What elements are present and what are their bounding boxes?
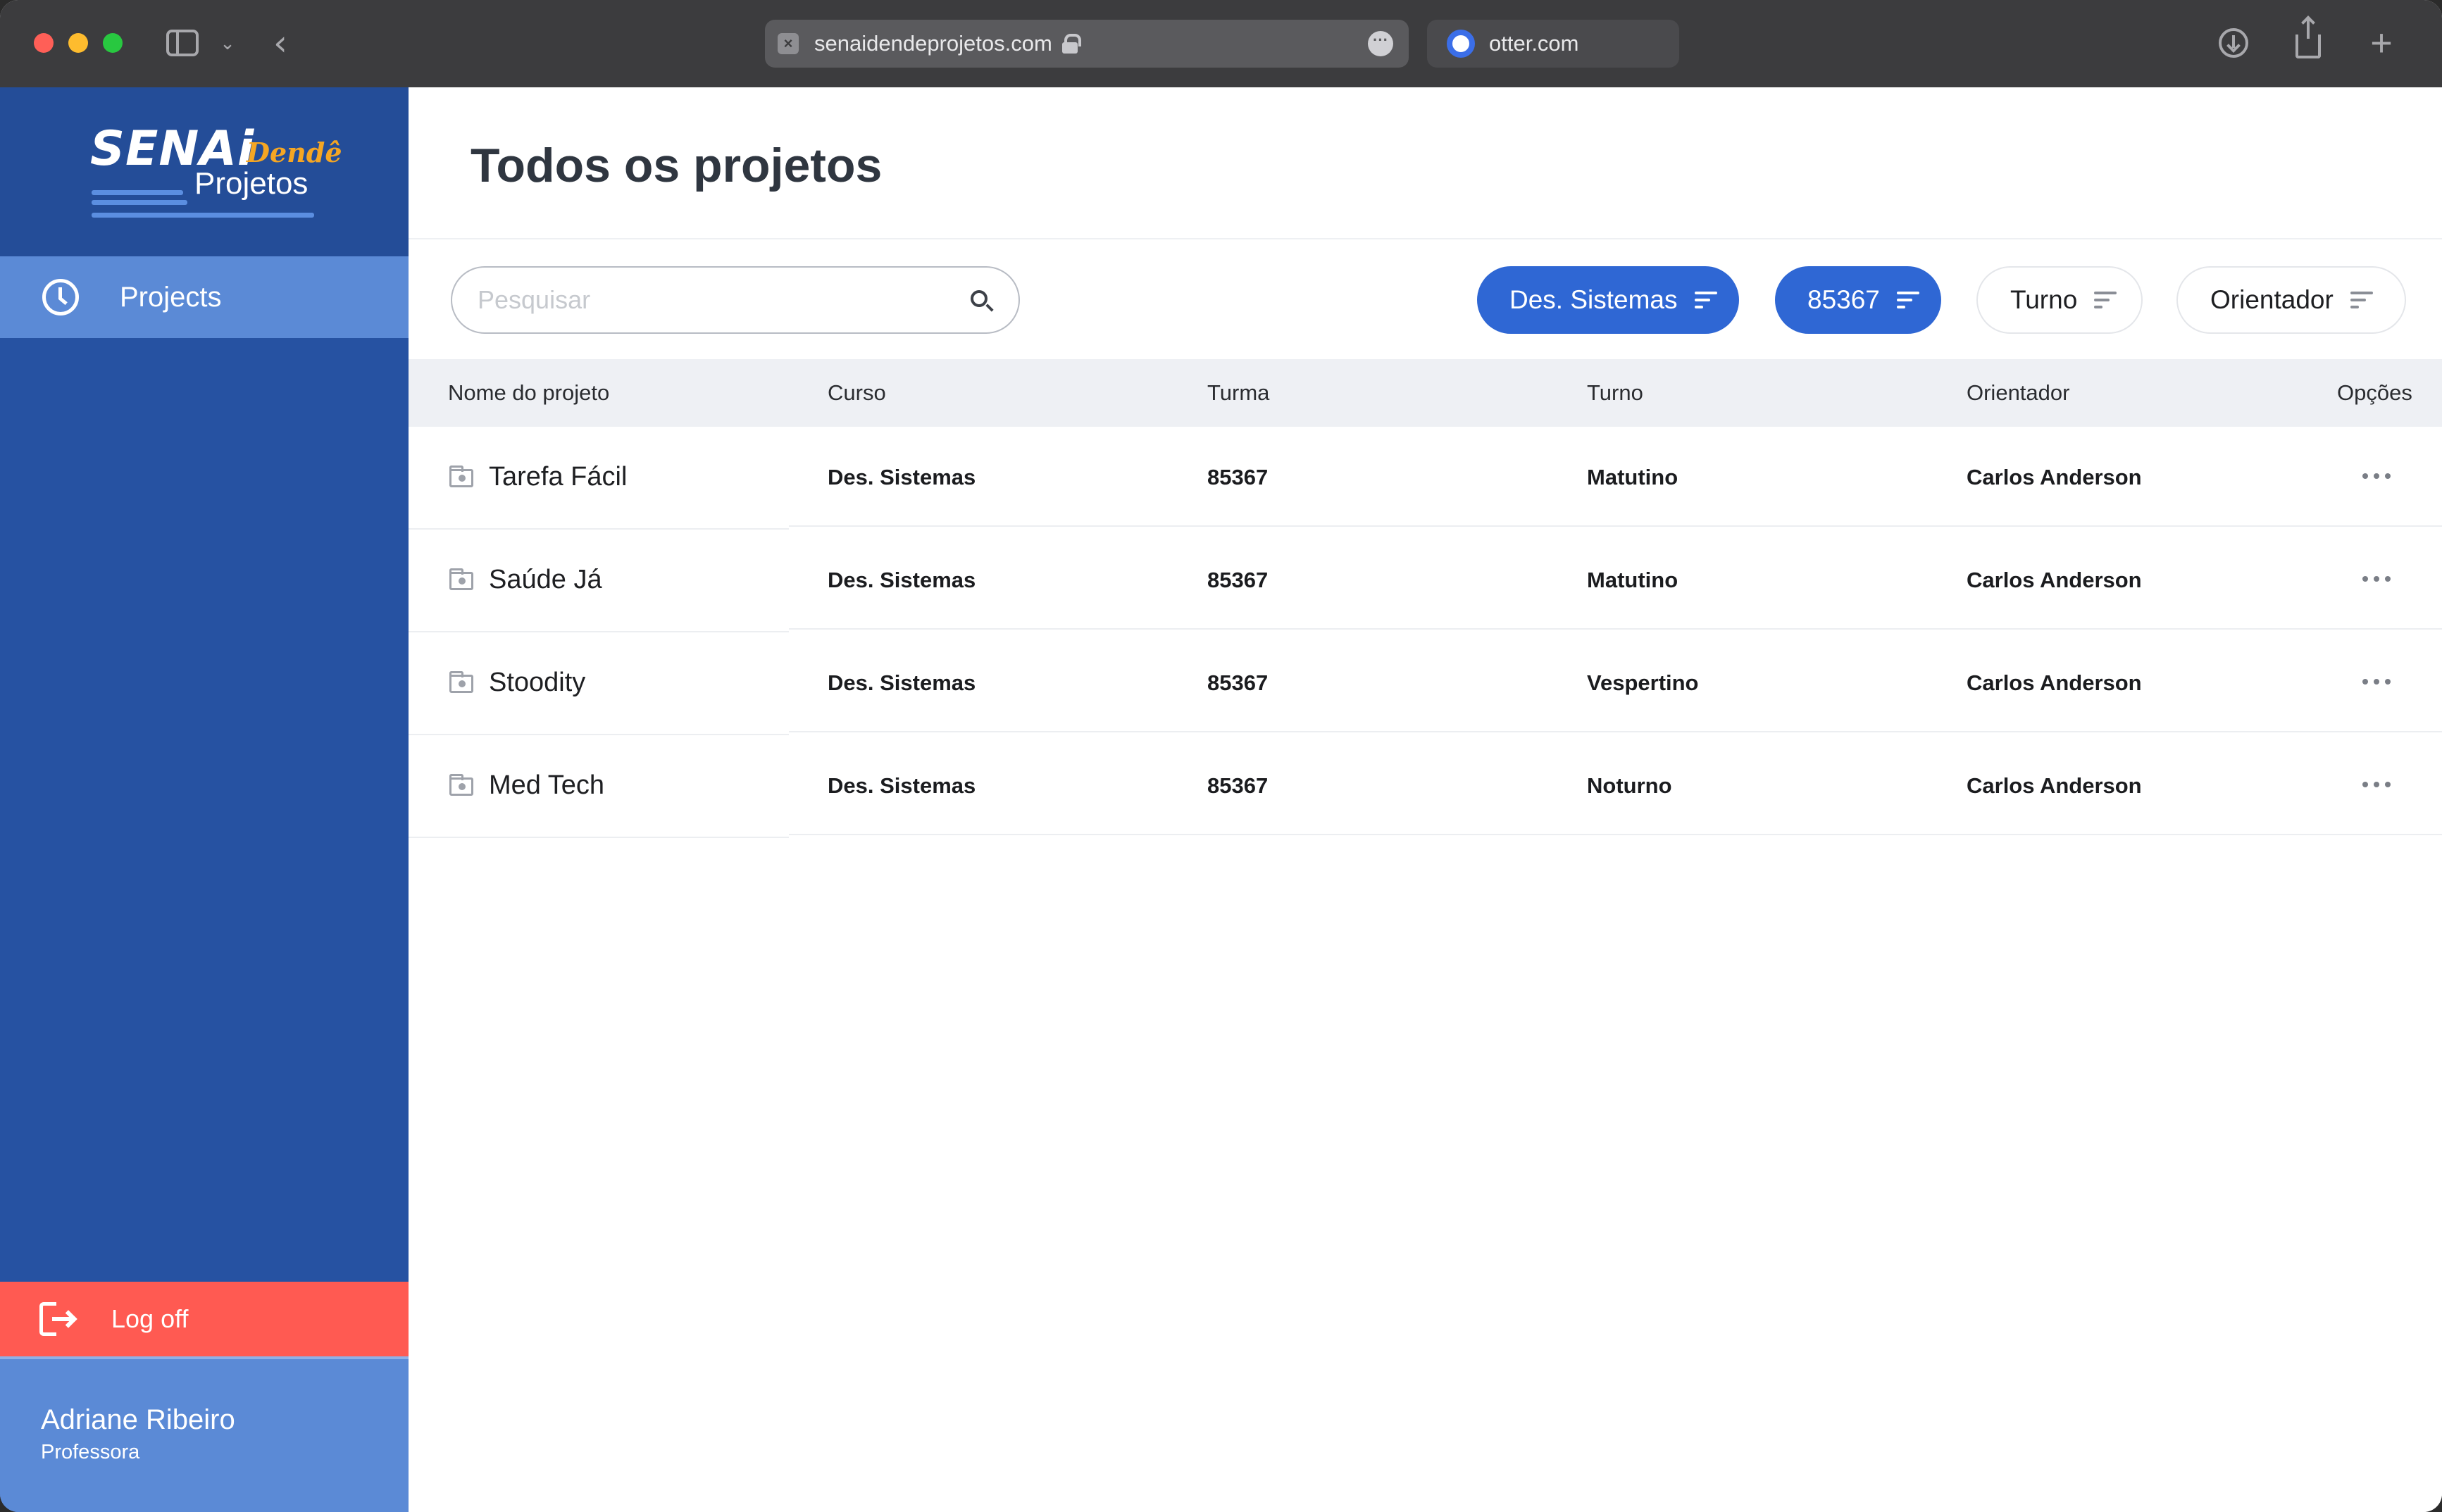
tab-active[interactable]: × senaidendeprojetos.com ··· [765,20,1409,68]
filter-label: Turno [2010,285,2078,314]
filter-lines-icon [1896,292,1919,308]
search-icon[interactable] [971,290,988,307]
main-content: Todos os projetos Des. Sistemas 85367 Tu… [409,87,2442,1512]
folder-icon [449,774,473,796]
browser-toolbar: ⌄ ‹ × senaidendeprojetos.com ··· otter.c… [0,0,2442,87]
column-header[interactable]: Nome do projeto [448,380,609,406]
more-options-icon[interactable]: ··· [1368,31,1393,56]
logo-dende-text: Dendê [247,137,342,168]
cell-turma: 85367 [1207,670,1269,695]
cell-turno: Matutino [1587,568,1678,592]
clock-icon [42,279,79,315]
cell-curso: Des. Sistemas [828,568,976,592]
cell-turno: Vespertino [1587,670,1699,695]
share-icon[interactable] [2292,18,2324,62]
filter-label: 85367 [1807,285,1880,314]
logoff-button[interactable]: Log off [0,1282,409,1356]
maximize-window-button[interactable] [103,33,123,53]
folder-icon [449,466,473,487]
column-header[interactable]: Curso [828,380,886,406]
cell-orientador: Carlos Anderson [1967,670,2142,695]
logo-stripe [92,190,183,195]
user-profile: Adriane Ribeiro Professora [0,1356,409,1512]
brand-logo[interactable]: SENAi Dendê Projetos [0,87,409,256]
filter-label: Orientador [2210,285,2334,314]
cell-curso: Des. Sistemas [828,773,976,798]
column-header: Opções [2337,380,2412,405]
table-header: Nome do projeto Curso Turma Turno Orient… [409,359,2442,427]
logo-stripe [92,213,314,218]
column-header[interactable]: Turno [1587,380,1643,406]
column-header[interactable]: Orientador [1967,380,2069,406]
cell-turma: 85367 [1207,568,1269,592]
table-row[interactable]: Tarefa Fácil Des. Sistemas 85367 Matutin… [409,427,2442,530]
lock-icon [1061,34,1081,54]
chevron-down-icon[interactable]: ⌄ [217,24,238,62]
minimize-window-button[interactable] [68,33,88,53]
filter-lines-icon [2350,292,2373,308]
more-options-icon[interactable] [2362,777,2391,792]
sidebar: SENAi Dendê Projetos Projects Log off Ad… [0,87,409,1512]
project-name[interactable]: Tarefa Fácil [489,462,627,492]
divider [409,238,2442,239]
logoff-label: Log off [111,1304,189,1333]
user-name: Adriane Ribeiro [41,1404,235,1435]
sidebar-item-label: Projects [120,281,222,313]
cell-turma: 85367 [1207,465,1269,489]
filter-orientador-button[interactable]: Orientador [2176,266,2406,334]
browser-window: ⌄ ‹ × senaidendeprojetos.com ··· otter.c… [0,0,2442,1512]
cell-orientador: Carlos Anderson [1967,465,2142,489]
cell-curso: Des. Sistemas [828,465,976,489]
project-name[interactable]: Saúde Já [489,565,602,595]
cell-orientador: Carlos Anderson [1967,773,2142,798]
cell-orientador: Carlos Anderson [1967,568,2142,592]
cell-turno: Matutino [1587,465,1678,489]
logo-projetos-text: Projetos [194,166,309,201]
download-icon[interactable] [2217,24,2250,62]
otter-favicon-icon [1447,30,1475,58]
search-input[interactable] [478,285,942,315]
filter-lines-icon [1694,292,1717,308]
search-box[interactable] [451,266,1020,334]
table-row[interactable]: Stoodity Des. Sistemas 85367 Vespertino … [409,632,2442,735]
cell-turno: Noturno [1587,773,1672,798]
more-options-icon[interactable] [2362,469,2391,483]
filter-turno-button[interactable]: Turno [1976,266,2143,334]
column-header[interactable]: Turma [1207,380,1269,406]
close-window-button[interactable] [34,33,54,53]
cell-turma: 85367 [1207,773,1269,798]
folder-icon [449,568,473,590]
folder-icon [449,671,473,693]
filter-label: Des. Sistemas [1509,285,1678,314]
table-row[interactable]: Saúde Já Des. Sistemas 85367 Matutino Ca… [409,530,2442,632]
logo-stripe [92,200,187,205]
user-role: Professora [41,1441,140,1463]
sidebar-toggle-icon[interactable] [163,24,201,62]
logout-icon [39,1302,77,1336]
filter-lines-icon [2094,292,2117,308]
table-row[interactable]: Med Tech Des. Sistemas 85367 Noturno Car… [409,735,2442,838]
sidebar-item-projects[interactable]: Projects [0,256,409,338]
cell-curso: Des. Sistemas [828,670,976,695]
filter-turma-button[interactable]: 85367 [1775,266,1941,334]
new-tab-icon[interactable]: + [2365,22,2398,64]
page-title: Todos os projetos [471,139,883,192]
tab-otter[interactable]: otter.com [1427,20,1679,68]
tab-otter-label: otter.com [1489,31,1579,56]
project-name[interactable]: Stoodity [489,668,585,698]
more-options-icon[interactable] [2362,572,2391,586]
filter-curso-button[interactable]: Des. Sistemas [1477,266,1739,334]
address-bar-url[interactable]: senaidendeprojetos.com [814,31,1052,56]
more-options-icon[interactable] [2362,675,2391,689]
back-arrow-icon[interactable]: ‹ [266,23,294,63]
project-name[interactable]: Med Tech [489,770,604,801]
tab-close-icon[interactable]: × [778,33,799,54]
